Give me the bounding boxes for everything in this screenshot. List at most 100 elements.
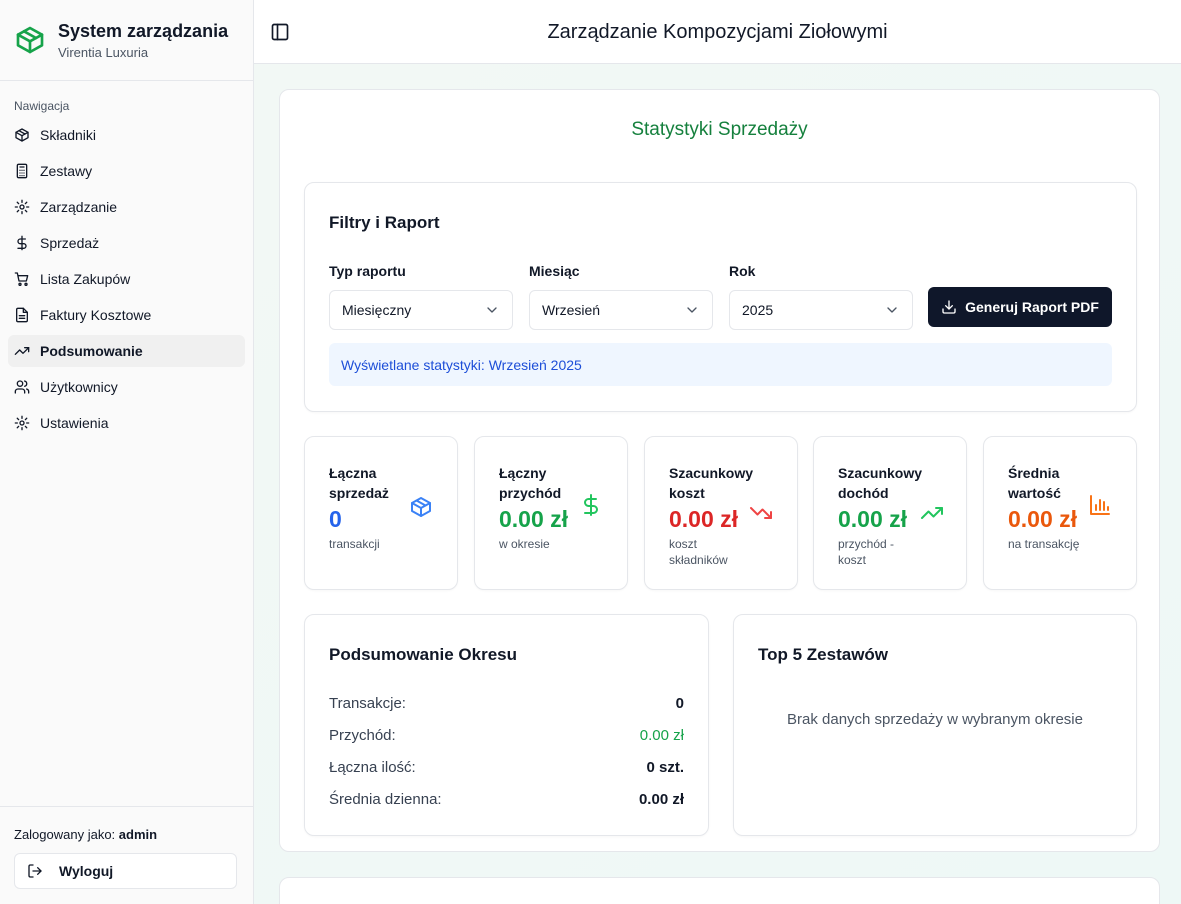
- sidebar-item-uzytkownicy[interactable]: Użytkownicy: [8, 371, 245, 403]
- stat-value: 0.00 zł: [838, 506, 908, 532]
- sidebar: System zarządzania Virentia Luxuria Nawi…: [0, 0, 254, 904]
- summary-value: 0.00 zł: [638, 791, 684, 808]
- users-icon: [14, 379, 40, 395]
- chevron-down-icon: [884, 302, 900, 318]
- sidebar-footer: Zalogowany jako: admin Wyloguj: [0, 806, 253, 904]
- calculator-icon: [14, 163, 40, 179]
- stat-sub: transakcji: [329, 537, 380, 551]
- next-panel: [279, 877, 1160, 904]
- stat-card-total-sales: Łączna sprzedaż 0 transakcji: [304, 436, 458, 590]
- stat-card-estimated-cost: Szacunkowy koszt 0.00 zł koszt składnikó…: [644, 436, 798, 590]
- sidebar-nav: Składniki Zestawy Zarządzanie Sprzedaż L…: [0, 119, 253, 439]
- month-field: Miesiąc Wrzesień: [529, 263, 713, 330]
- summary-key: Łączna ilość:: [329, 759, 416, 776]
- stat-card-total-revenue: Łączny przychód 0.00 zł w okresie: [474, 436, 628, 590]
- generate-pdf-label: Generuj Raport PDF: [965, 299, 1099, 315]
- month-value: Wrzesień: [542, 302, 601, 318]
- report-type-select[interactable]: Miesięczny: [329, 290, 513, 330]
- package-icon: [14, 24, 46, 56]
- stat-label: Łączny przychód: [499, 465, 562, 501]
- bar-chart-icon: [1088, 493, 1112, 517]
- stat-value: 0.00 zł: [669, 506, 739, 532]
- stat-label: Szacunkowy koszt: [669, 465, 754, 501]
- stat-sub: w okresie: [499, 537, 550, 551]
- logout-icon: [27, 863, 59, 879]
- sidebar-item-sprzedaz[interactable]: Sprzedaż: [8, 227, 245, 259]
- sidebar-item-label: Faktury Kosztowe: [40, 307, 152, 323]
- stat-card-average-value: Średnia wartość 0.00 zł na transakcję: [983, 436, 1137, 590]
- stat-value: 0.00 zł: [499, 506, 569, 532]
- gear-icon: [14, 415, 40, 431]
- sidebar-item-label: Użytkownicy: [40, 379, 118, 395]
- summary-value: 0.00 zł: [639, 727, 684, 744]
- period-info-banner: Wyświetlane statystyki: Wrzesień 2025: [329, 343, 1112, 386]
- stat-sub: koszt składników: [669, 537, 728, 567]
- sidebar-item-podsumowanie[interactable]: Podsumowanie: [8, 335, 245, 367]
- summary-key: Przychód:: [329, 727, 396, 744]
- stat-label: Średnia wartość: [1008, 465, 1061, 501]
- stat-value: 0.00 zł: [1008, 506, 1078, 532]
- top-header: Zarządzanie Kompozycjami Ziołowymi: [254, 0, 1181, 64]
- generate-pdf-button[interactable]: Generuj Raport PDF: [928, 287, 1112, 327]
- sidebar-item-label: Ustawienia: [40, 415, 109, 431]
- sidebar-item-zestawy[interactable]: Zestawy: [8, 155, 245, 187]
- year-select[interactable]: 2025: [729, 290, 913, 330]
- summary-title: Podsumowanie Okresu: [329, 645, 517, 664]
- trending-up-icon: [14, 343, 40, 359]
- logged-in-info: Zalogowany jako: admin: [14, 827, 239, 842]
- stat-sub: przychód - koszt: [838, 537, 895, 567]
- top5-empty-message: Brak danych sprzedaży w wybranym okresie: [787, 711, 1083, 728]
- summary-key: Średnia dzienna:: [329, 791, 442, 808]
- logout-label: Wyloguj: [59, 863, 114, 879]
- chevron-down-icon: [684, 302, 700, 318]
- year-field: Rok 2025: [729, 263, 913, 330]
- year-value: 2025: [742, 302, 774, 318]
- logged-in-prefix: Zalogowany jako:: [14, 827, 116, 842]
- sidebar-item-label: Podsumowanie: [40, 343, 143, 359]
- dollar-icon: [579, 493, 603, 517]
- summary-value: 0: [675, 695, 684, 712]
- download-icon: [941, 299, 965, 315]
- package-icon: [409, 495, 433, 519]
- stats-title: Statystyki Sprzedaży: [631, 119, 808, 140]
- filters-card: Filtry i Raport Typ raportu Miesięczny M…: [304, 182, 1137, 412]
- page-title: Zarządzanie Kompozycjami Ziołowymi: [547, 21, 888, 43]
- sidebar-item-lista-zakupow[interactable]: Lista Zakupów: [8, 263, 245, 295]
- app-title: System zarządzania: [58, 21, 229, 41]
- nav-section-label: Nawigacja: [14, 99, 70, 113]
- chevron-down-icon: [484, 302, 500, 318]
- month-select[interactable]: Wrzesień: [529, 290, 713, 330]
- sidebar-item-label: Lista Zakupów: [40, 271, 131, 287]
- trending-up-icon: [920, 501, 944, 525]
- sidebar-item-faktury-kosztowe[interactable]: Faktury Kosztowe: [8, 299, 245, 331]
- logout-button[interactable]: Wyloguj: [14, 853, 237, 889]
- package-icon: [14, 127, 40, 143]
- sidebar-item-ustawienia[interactable]: Ustawienia: [8, 407, 245, 439]
- stat-value: 0: [329, 506, 342, 532]
- sidebar-item-label: Sprzedaż: [40, 235, 100, 251]
- sidebar-item-zarzadzanie[interactable]: Zarządzanie: [8, 191, 245, 223]
- year-label: Rok: [729, 263, 756, 279]
- sidebar-item-label: Zestawy: [40, 163, 93, 179]
- summary-key: Transakcje:: [329, 695, 406, 712]
- brand: System zarządzania Virentia Luxuria: [0, 0, 253, 81]
- summary-row-transactions: Transakcje: 0: [329, 695, 684, 712]
- file-icon: [14, 307, 40, 323]
- main-content: Statystyki Sprzedaży Filtry i Raport Typ…: [254, 64, 1181, 904]
- app-subtitle: Virentia Luxuria: [58, 45, 149, 60]
- top5-sets-card: Top 5 Zestawów Brak danych sprzedaży w w…: [733, 614, 1137, 836]
- filters-title: Filtry i Raport: [329, 213, 440, 232]
- month-label: Miesiąc: [529, 263, 580, 279]
- sidebar-item-label: Zarządzanie: [40, 199, 118, 215]
- summary-row-daily-average: Średnia dzienna: 0.00 zł: [329, 791, 684, 808]
- report-type-value: Miesięczny: [342, 302, 412, 318]
- top5-title: Top 5 Zestawów: [758, 645, 889, 664]
- summary-row-revenue: Przychód: 0.00 zł: [329, 727, 684, 744]
- stat-sub: na transakcję: [1008, 537, 1080, 551]
- cart-icon: [14, 271, 40, 287]
- sidebar-item-skladniki[interactable]: Składniki: [8, 119, 245, 151]
- stat-label: Łączna sprzedaż: [329, 465, 389, 501]
- report-type-field: Typ raportu Miesięczny: [329, 263, 513, 330]
- report-type-label: Typ raportu: [329, 263, 406, 279]
- dollar-icon: [14, 235, 40, 251]
